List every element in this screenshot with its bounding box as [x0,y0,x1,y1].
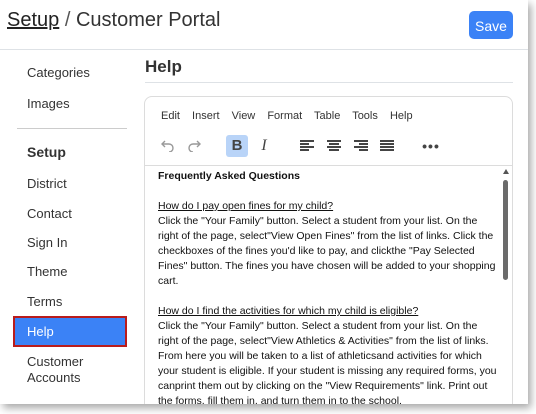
section-divider [145,82,513,83]
menu-edit[interactable]: Edit [161,110,180,122]
menu-insert[interactable]: Insert [192,110,220,122]
faq-item: How do I pay open fines for my child? Cl… [158,199,498,289]
page-title: Setup / Customer Portal [7,9,220,32]
sidebar-item-images[interactable]: Images [27,96,70,112]
editor-content[interactable]: Frequently Asked Questions How do I pay … [158,169,498,404]
align-justify-icon[interactable] [380,140,394,152]
editor-toolbar: B I ••• [145,135,512,159]
section-title: Help [145,57,182,76]
sidebar-item-label-line2: Accounts [27,370,81,385]
app-window: Setup / Customer Portal Save Categories … [0,0,528,404]
sidebar-section-heading: Setup [27,144,66,160]
breadcrumb-setup-link[interactable]: Setup [7,9,59,31]
sidebar-item-district[interactable]: District [27,176,67,192]
faq-item: How do I find the activities for which m… [158,304,498,404]
sidebar-divider [17,128,127,129]
faq-answer: Click the "Your Family" button. Select a… [158,215,496,287]
menu-format[interactable]: Format [267,110,302,122]
align-right-icon[interactable] [354,140,368,152]
menu-tools[interactable]: Tools [352,110,378,122]
undo-icon[interactable] [159,135,177,157]
scroll-up-arrow-icon[interactable] [503,169,509,174]
align-left-icon[interactable] [300,140,314,152]
sidebar-item-help[interactable]: Help [13,316,127,347]
sidebar-item-categories[interactable]: Categories [27,65,90,81]
sidebar-item-terms[interactable]: Terms [27,294,62,310]
editor-divider [145,165,512,166]
menu-view[interactable]: View [232,110,256,122]
menu-table[interactable]: Table [314,110,340,122]
more-icon[interactable]: ••• [421,135,441,157]
faq-question[interactable]: How do I find the activities for which m… [158,304,498,319]
breadcrumb-separator: / [64,9,71,31]
rich-text-editor: Edit Insert View Format Table Tools Help… [144,96,513,404]
menu-help[interactable]: Help [390,110,413,122]
align-center-icon[interactable] [327,140,341,152]
sidebar-item-sign-in[interactable]: Sign In [27,235,67,251]
faq-question[interactable]: How do I pay open fines for my child? [158,199,498,214]
sidebar-item-theme[interactable]: Theme [27,264,67,280]
italic-icon[interactable]: I [257,135,271,157]
faq-answer: Click the "Your Family" button. Select a… [158,320,497,404]
editor-scrollbar[interactable] [501,167,511,404]
save-button[interactable]: Save [469,11,513,39]
breadcrumb-current: Customer Portal [75,9,221,31]
sidebar-item-label-line1: Customer [27,354,84,369]
header-bar: Setup / Customer Portal Save [0,0,528,50]
editor-menubar: Edit Insert View Format Table Tools Help [161,110,422,122]
redo-icon[interactable] [185,135,203,157]
sidebar-item-contact[interactable]: Contact [27,206,72,222]
sidebar-item-customer-accounts[interactable]: Customer Accounts [27,354,83,386]
bold-icon[interactable]: B [226,135,248,157]
faq-heading: Frequently Asked Questions [158,170,300,182]
scrollbar-thumb[interactable] [503,180,508,280]
sidebar: Categories Images Setup District Contact… [0,50,135,404]
